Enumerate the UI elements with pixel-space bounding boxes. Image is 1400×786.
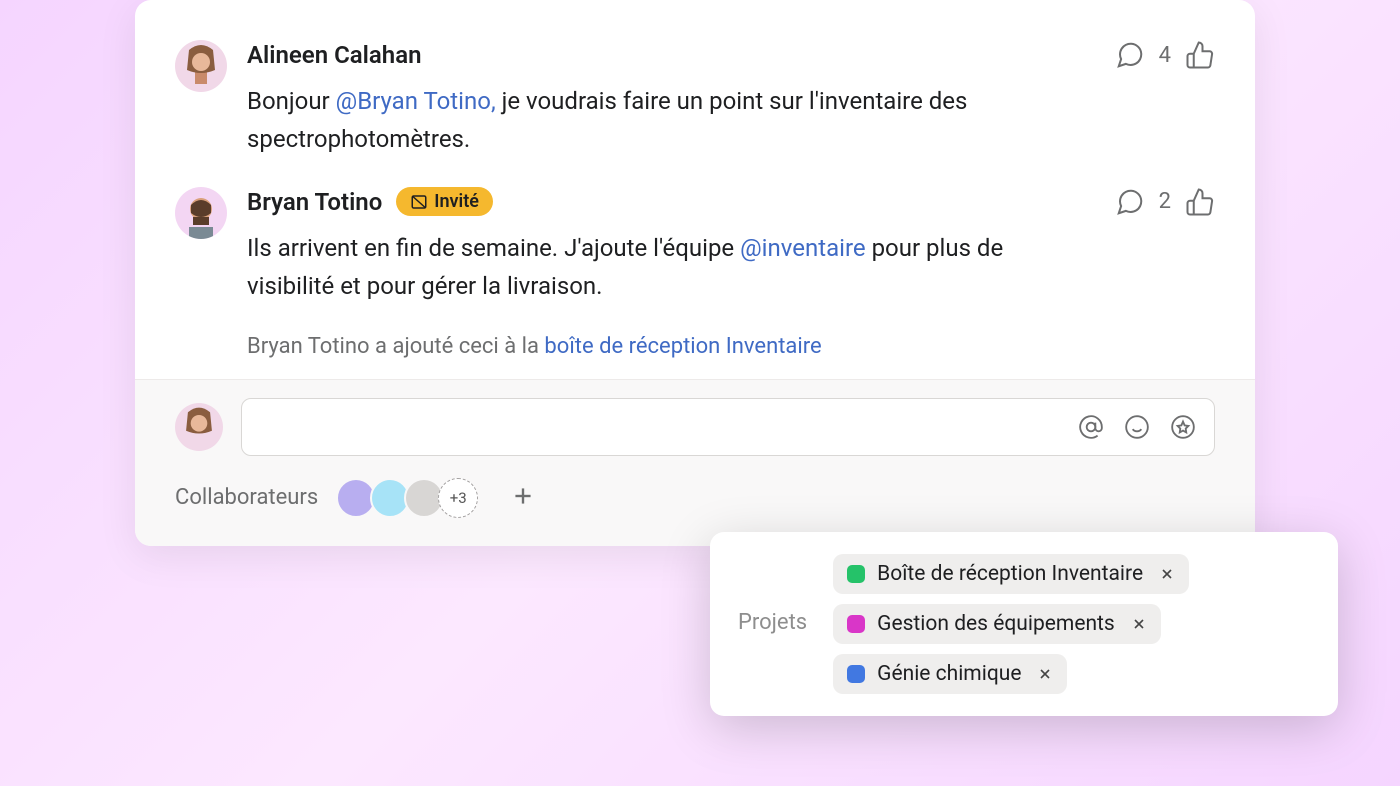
guest-label-text: Invité	[434, 191, 479, 212]
thumbs-up-icon[interactable]	[1185, 40, 1215, 70]
comment-input[interactable]	[241, 398, 1215, 456]
comment-body: Alineen Calahan 4 Bonjour @Bryan Totino,…	[247, 40, 1215, 159]
composer-row	[175, 398, 1215, 456]
reply-icon[interactable]	[1115, 187, 1145, 217]
at-mention-icon[interactable]	[1078, 414, 1104, 440]
comment-header: Alineen Calahan 4	[247, 40, 1215, 70]
close-icon[interactable]	[1131, 616, 1147, 632]
project-chip[interactable]: Gestion des équipements	[833, 604, 1161, 644]
guest-badge: Invité	[396, 187, 493, 216]
avatar[interactable]	[175, 40, 227, 92]
close-icon[interactable]	[1159, 566, 1175, 582]
collaborator-avatars: +3	[336, 478, 478, 518]
collaborator-more-count[interactable]: +3	[438, 478, 478, 518]
mention[interactable]: @inventaire	[740, 234, 865, 262]
like-count: 2	[1159, 189, 1171, 214]
project-color-dot	[847, 665, 865, 683]
comment-actions: 2	[1115, 187, 1215, 217]
project-name: Génie chimique	[877, 662, 1021, 686]
guest-icon	[410, 193, 428, 211]
thumbs-up-icon[interactable]	[1185, 187, 1215, 217]
project-color-dot	[847, 615, 865, 633]
project-name: Boîte de réception Inventaire	[877, 562, 1143, 586]
comment-text: Ils arrivent en fin de semaine. J'ajoute…	[247, 229, 1027, 306]
project-color-dot	[847, 565, 865, 583]
mention[interactable]: @Bryan Totino,	[336, 87, 496, 115]
collaborators-row: Collaborateurs +3	[175, 478, 1215, 518]
text-segment: Ils arrivent en fin de semaine. J'ajoute…	[247, 234, 740, 262]
project-name: Gestion des équipements	[877, 612, 1115, 636]
project-chip[interactable]: Boîte de réception Inventaire	[833, 554, 1189, 594]
close-icon[interactable]	[1037, 666, 1053, 682]
emoji-icon[interactable]	[1124, 414, 1150, 440]
activity-link[interactable]: boîte de réception Inventaire	[544, 334, 821, 359]
comment-text: Bonjour @Bryan Totino, je voudrais faire…	[247, 82, 1027, 159]
author-name: Alineen Calahan	[247, 41, 422, 69]
avatar[interactable]	[175, 187, 227, 239]
comment: Bryan Totino Invité 2	[175, 187, 1215, 306]
comment-header: Bryan Totino Invité 2	[247, 187, 1215, 217]
text-segment: Bonjour	[247, 87, 336, 115]
projects-popover: Projets Boîte de réception Inventaire Ge…	[710, 532, 1338, 716]
reply-icon[interactable]	[1115, 40, 1145, 70]
projects-label: Projets	[738, 554, 807, 694]
comment-body: Bryan Totino Invité 2	[247, 187, 1215, 306]
composer-section: Collaborateurs +3	[135, 379, 1255, 546]
author-name: Bryan Totino	[247, 188, 382, 216]
comments-list: Alineen Calahan 4 Bonjour @Bryan Totino,…	[135, 0, 1255, 379]
collaborators-label: Collaborateurs	[175, 485, 318, 510]
like-count: 4	[1159, 43, 1171, 68]
project-chip[interactable]: Génie chimique	[833, 654, 1067, 694]
conversation-card: Alineen Calahan 4 Bonjour @Bryan Totino,…	[135, 0, 1255, 546]
add-collaborator-button[interactable]	[510, 483, 536, 513]
comment-actions: 4	[1115, 40, 1215, 70]
activity-log: Bryan Totino a ajouté ceci à la boîte de…	[247, 334, 1215, 359]
current-user-avatar[interactable]	[175, 403, 223, 451]
projects-list: Boîte de réception Inventaire Gestion de…	[833, 554, 1189, 694]
activity-prefix: Bryan Totino a ajouté ceci à la	[247, 334, 544, 359]
star-icon[interactable]	[1170, 414, 1196, 440]
comment: Alineen Calahan 4 Bonjour @Bryan Totino,…	[175, 40, 1215, 159]
